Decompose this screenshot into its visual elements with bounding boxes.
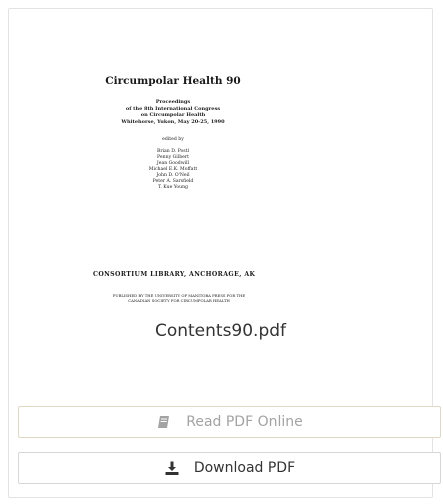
read-pdf-online-label: Read PDF Online [186, 414, 303, 430]
download-icon [164, 460, 180, 476]
preview-proceedings-line: Whitehorse, Yukon, May 20-25, 1990 [121, 118, 225, 125]
preview-publisher-note: PUBLISHED BY THE UNIVERSITY OF MANITOBA … [79, 293, 279, 303]
pdf-cover-preview[interactable]: Circumpolar Health 90 Proceedings of the… [73, 65, 373, 305]
preview-publisher-stamp: CONSORTIUM LIBRARY, ANCHORAGE, AK [93, 271, 256, 278]
preview-title: Circumpolar Health 90 [105, 75, 241, 87]
preview-edited-by: edited by [162, 137, 184, 142]
book-icon [156, 414, 172, 430]
file-name: Contents90.pdf [154, 321, 287, 341]
preview-proceedings: Proceedings of the 8th International Con… [73, 99, 273, 125]
preview-publisher-note-line: CANADIAN SOCIETY FOR CIRCUMPOLAR HEALTH [128, 298, 230, 303]
preview-editor: T. Kue Young [157, 185, 189, 190]
download-pdf-label: Download PDF [193, 460, 296, 476]
download-pdf-button[interactable]: Download PDF [18, 452, 441, 484]
preview-editors: Brian D. Postl Penny Gilbert Jean Goodwi… [73, 149, 273, 191]
read-pdf-online-button[interactable]: Read PDF Online [18, 406, 441, 438]
